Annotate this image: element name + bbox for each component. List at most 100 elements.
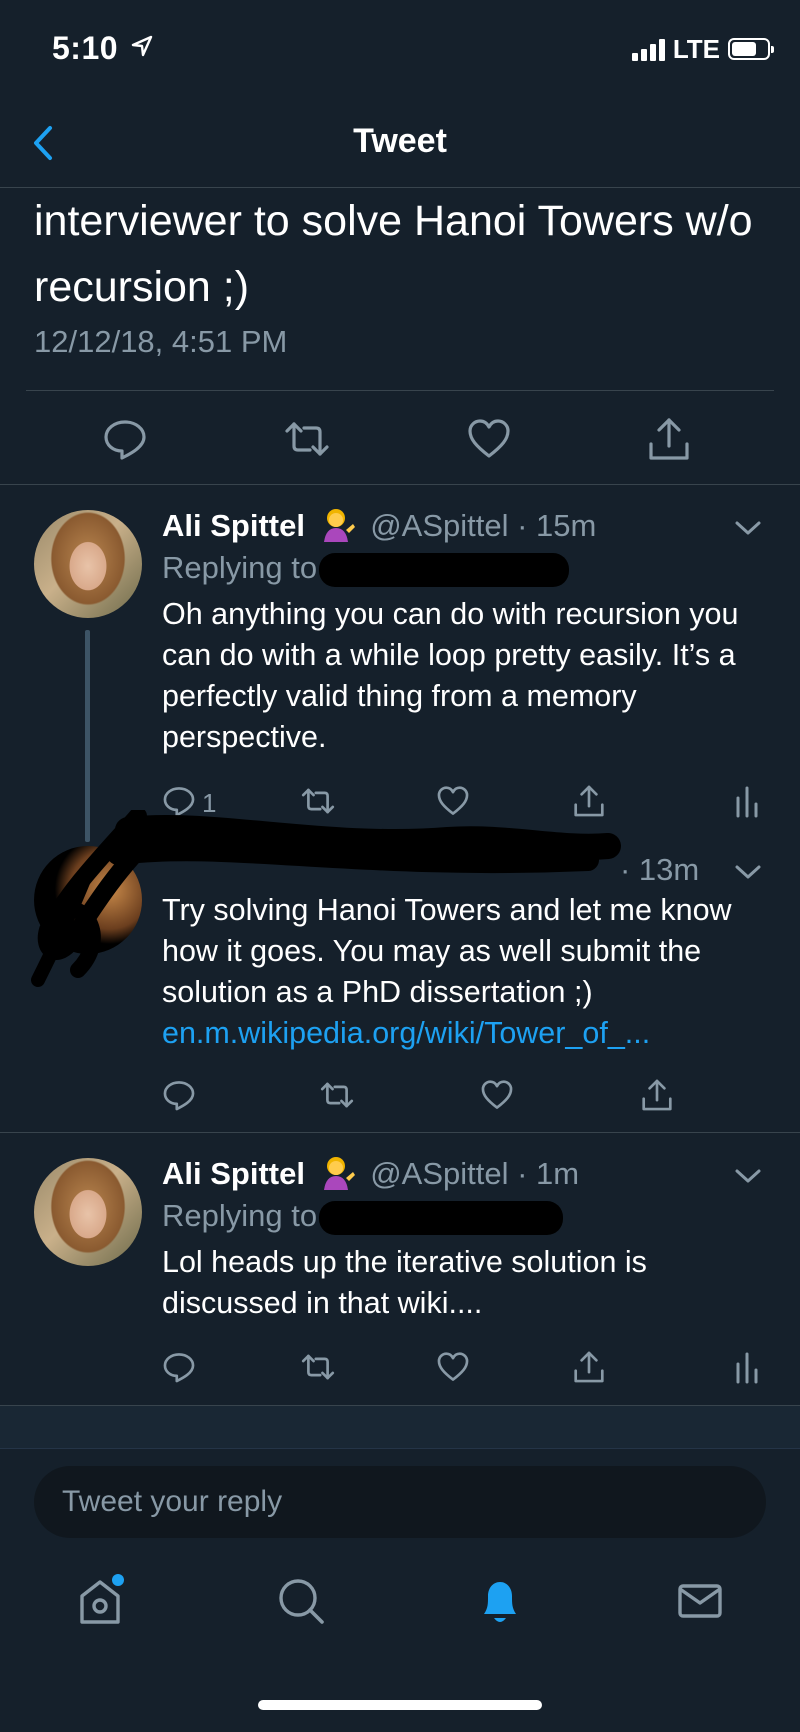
avatar[interactable]	[34, 510, 142, 618]
tweet-header: · 13m	[620, 850, 699, 890]
composer-spacer	[0, 1406, 800, 1448]
like-button[interactable]	[466, 416, 512, 462]
reply-input[interactable]	[34, 1466, 766, 1538]
display-name[interactable]: Ali Spittel	[162, 508, 305, 543]
tab-search[interactable]	[270, 1570, 330, 1630]
heart-icon	[437, 786, 469, 815]
replying-to-label: Replying to	[162, 1198, 318, 1233]
divider	[0, 1132, 800, 1133]
main-tweet-text: interviewer to solve Hanoi Towers w/o re…	[34, 188, 774, 320]
tab-bar	[0, 1570, 800, 1680]
handle-and-time: @ASpittel · 15m	[370, 508, 597, 543]
retweet-button[interactable]	[299, 784, 339, 824]
share-icon	[642, 1079, 672, 1111]
analytics-bars-icon	[736, 1352, 758, 1384]
divider	[0, 484, 800, 485]
heart-icon	[468, 419, 510, 458]
share-button[interactable]	[640, 1078, 680, 1118]
tweet-actions	[0, 1350, 800, 1400]
avatar-photo	[34, 510, 142, 618]
reply-button[interactable]	[102, 416, 148, 462]
redacted-username	[319, 552, 570, 587]
tweet-header: Ali Spittel @ASpittel · 1m	[162, 1154, 579, 1194]
tab-notifications[interactable]	[470, 1570, 530, 1630]
tweet-text: Lol heads up the iterative solution is d…	[162, 1245, 647, 1320]
location-arrow-icon	[132, 35, 153, 57]
replying-to: Replying to	[162, 548, 570, 588]
display-name[interactable]: Ali Spittel	[162, 1156, 305, 1191]
search-icon	[279, 1579, 324, 1624]
analytics-bars-icon	[736, 786, 758, 818]
chevron-down-icon[interactable]	[734, 518, 762, 538]
reply-button[interactable]: 1	[162, 784, 222, 824]
share-icon	[649, 418, 689, 460]
tweet-text: Try solving Hanoi Towers and let me know…	[162, 890, 782, 1054]
like-button[interactable]	[436, 1350, 476, 1390]
handle-and-time: @ASpittel · 1m	[370, 1156, 580, 1191]
new-content-dot	[112, 1574, 124, 1586]
status-time: 5:10	[52, 30, 153, 67]
avatar-photo	[34, 846, 142, 954]
chevron-down-icon[interactable]	[734, 1166, 762, 1186]
retweet-icon	[301, 788, 335, 814]
avatar[interactable]	[34, 1158, 142, 1266]
reply-icon	[163, 787, 195, 817]
tab-messages[interactable]	[670, 1570, 730, 1630]
divider	[26, 390, 774, 391]
share-icon	[574, 785, 604, 817]
tweet-actions	[0, 1078, 800, 1128]
nav-header: Tweet	[0, 100, 800, 188]
network-label: LTE	[672, 33, 720, 64]
redacted-username	[319, 1200, 564, 1235]
replying-to: Replying to	[162, 1196, 564, 1236]
avatar[interactable]	[34, 846, 142, 954]
analytics-button[interactable]	[734, 784, 764, 824]
tweet-text: Oh anything you can do with recursion yo…	[162, 597, 739, 754]
retweet-icon	[301, 1354, 335, 1380]
tweet-detail-screen: 5:10 LTE Tweet interviewer to solve Hano…	[0, 0, 800, 1732]
signal-strength-icon	[631, 37, 665, 61]
reply-button[interactable]	[162, 1350, 202, 1390]
retweet-button[interactable]	[299, 1350, 339, 1390]
analytics-button[interactable]	[734, 1350, 764, 1390]
chevron-down-icon[interactable]	[734, 862, 762, 882]
handle-and-time: · 13m	[620, 852, 700, 887]
status-indicators: LTE	[631, 33, 774, 64]
status-time-text: 5:10	[52, 30, 119, 66]
main-tweet-text-line: interviewer to solve Hanoi Towers w/o	[34, 197, 753, 245]
replying-to-label: Replying to	[162, 550, 318, 585]
reply-button[interactable]	[162, 1078, 202, 1118]
battery-icon	[728, 38, 774, 60]
retweet-icon	[285, 422, 329, 456]
tab-home[interactable]	[70, 1570, 130, 1630]
like-button[interactable]	[480, 1078, 520, 1118]
retweet-button[interactable]	[284, 416, 330, 462]
share-icon	[574, 1351, 604, 1383]
reply-icon	[163, 1353, 195, 1383]
woman-tipping-hand-emoji-icon	[323, 1157, 355, 1190]
main-tweet-actions	[0, 416, 800, 476]
heart-icon	[481, 1080, 513, 1109]
home-indicator[interactable]	[258, 1700, 542, 1710]
notifications-bell-icon	[484, 1582, 516, 1622]
heart-icon	[437, 1352, 469, 1381]
share-button[interactable]	[572, 784, 612, 824]
like-button[interactable]	[436, 784, 476, 824]
main-tweet-timestamp: 12/12/18, 4:51 PM	[34, 324, 288, 359]
messages-mail-icon	[678, 1584, 722, 1618]
retweet-button[interactable]	[318, 1078, 358, 1118]
reply-count: 1	[202, 788, 217, 818]
tweet-header: Ali Spittel @ASpittel · 15m	[162, 506, 596, 546]
wikipedia-link[interactable]: en.m.wikipedia.org/wiki/Tower_of_...	[162, 1016, 650, 1050]
page-title: Tweet	[353, 122, 447, 160]
avatar-photo	[34, 1158, 142, 1266]
share-button[interactable]	[646, 416, 692, 462]
share-button[interactable]	[572, 1350, 612, 1390]
woman-tipping-hand-emoji-icon	[323, 509, 355, 542]
retweet-icon	[320, 1082, 354, 1108]
status-bar: 5:10 LTE	[0, 0, 800, 100]
reply-icon	[163, 1081, 195, 1111]
tweet-text-body: Try solving Hanoi Towers and let me know…	[162, 893, 732, 1009]
reply-icon	[104, 420, 146, 460]
tweet-actions: 1	[0, 784, 800, 834]
